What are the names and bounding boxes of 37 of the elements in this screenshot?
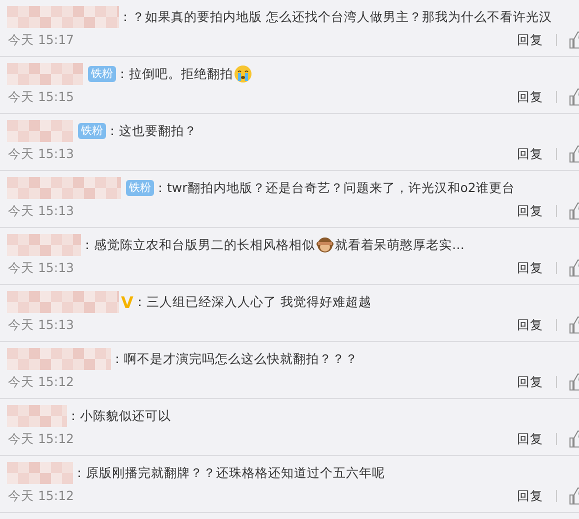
- comment-time: 今天 15:13: [7, 146, 74, 162]
- blurred-username: [7, 405, 67, 427]
- blurred-username: [7, 462, 73, 484]
- comment-time: 今天 15:13: [7, 202, 74, 220]
- comment-time: 今天 15:15: [7, 88, 74, 106]
- comment-text: ：感觉陈立农和台版男二的长相风格相似: [81, 236, 315, 254]
- verified-mark: V: [121, 292, 134, 312]
- crying-face-icon: [234, 65, 252, 83]
- comment-text: ：三人组已经深入人心了 我觉得好难超越: [133, 294, 372, 310]
- comment-time: 今天 15:13: [7, 316, 74, 334]
- comment-time: 今天 15:17: [7, 32, 74, 48]
- monkey-face-icon: [316, 236, 334, 254]
- fan-badge: 铁粉: [78, 123, 106, 139]
- comment-text: ：这也要翻拍？: [106, 122, 197, 140]
- reply-link[interactable]: 回复: [517, 88, 543, 106]
- fan-badge: 铁粉: [88, 66, 116, 82]
- comment-time: 今天 15:12: [7, 488, 74, 504]
- comment-text: ：啊不是才演完吗怎么这么快就翻拍？？？: [111, 350, 358, 368]
- reply-link[interactable]: 回复: [517, 374, 543, 390]
- reply-link[interactable]: 回复: [517, 488, 543, 504]
- reply-link[interactable]: 回复: [517, 146, 543, 162]
- comment-time: 今天 15:13: [7, 260, 74, 276]
- reply-link[interactable]: 回复: [517, 260, 543, 276]
- reply-link[interactable]: 回复: [517, 316, 543, 334]
- fan-badge: 铁粉: [126, 180, 154, 196]
- comment-text: ：小陈貌似还可以: [67, 408, 171, 424]
- comment-text: 就看着呆萌憨厚老实…: [335, 236, 464, 254]
- comment-text: ：原版刚播完就翻牌？？还珠格格还知道过个五六年呢: [73, 464, 385, 482]
- comment-text: ：twr翻拍内地版？还是台奇艺？问题来了，许光汉和o2谁更台: [154, 180, 515, 196]
- comment-time: 今天 15:12: [7, 430, 74, 448]
- comment-text: ：拉倒吧。拒绝翻拍: [116, 66, 233, 82]
- blurred-username: [7, 120, 73, 142]
- comment-text: ：？如果真的要拍内地版 怎么还找个台湾人做男主？那我为什么不看许光汉: [119, 8, 552, 26]
- reply-link[interactable]: 回复: [517, 430, 543, 448]
- reply-link[interactable]: 回复: [517, 32, 543, 48]
- reply-link[interactable]: 回复: [517, 202, 543, 220]
- comment-time: 今天 15:12: [7, 374, 74, 390]
